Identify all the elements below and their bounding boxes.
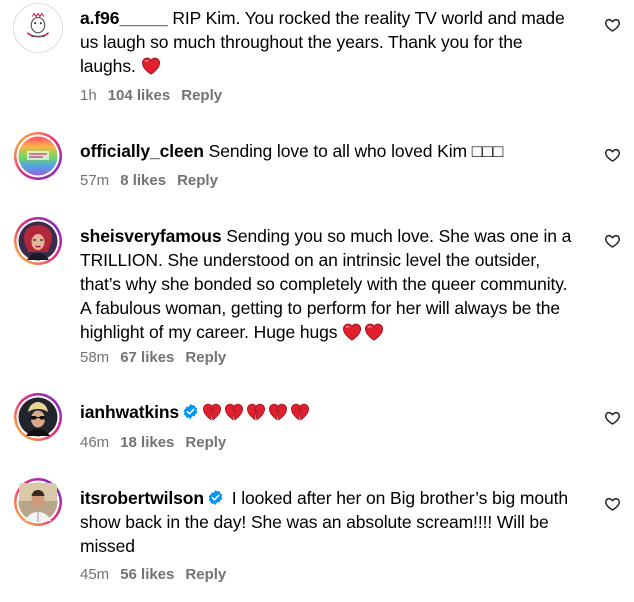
comment-meta: 1h 104 likes Reply (80, 87, 233, 104)
comment-body: a.f96_____ RIP Kim. You rocked the reali… (80, 6, 580, 78)
comment-username[interactable]: a.f96_____ (80, 8, 168, 28)
comment-meta: 58m 67 likes Reply (80, 349, 237, 366)
comment-meta: 57m 8 likes Reply (80, 172, 229, 189)
comment-meta: 46m 18 likes Reply (80, 434, 237, 451)
heart-outline-icon[interactable] (604, 233, 621, 249)
comment-time: 58m (80, 349, 110, 366)
avatar[interactable] (13, 477, 63, 527)
reply-button[interactable]: Reply (185, 349, 226, 366)
heart-outline-icon[interactable] (604, 496, 621, 512)
comment-likes[interactable]: 67 likes (120, 349, 174, 366)
verified-badge-icon (207, 489, 224, 506)
comment-username[interactable]: ianhwatkins (80, 402, 179, 422)
verified-badge-icon (182, 403, 199, 420)
avatar[interactable] (13, 3, 63, 53)
broken-heart-emoji (202, 403, 222, 421)
red-heart-emoji (141, 57, 161, 75)
comment-time: 46m (80, 434, 110, 451)
heart-outline-icon[interactable] (604, 17, 621, 33)
reply-button[interactable]: Reply (177, 172, 218, 189)
avatar[interactable] (13, 392, 63, 442)
broken-heart-emoji (290, 403, 310, 421)
reply-button[interactable]: Reply (185, 566, 226, 583)
broken-heart-emoji (268, 403, 288, 421)
reply-button[interactable]: Reply (181, 87, 222, 104)
comment-likes[interactable]: 8 likes (120, 172, 166, 189)
comment-body: sheisveryfamous Sending you so much love… (80, 224, 580, 344)
comment-username[interactable]: sheisveryfamous (80, 226, 222, 246)
avatar[interactable] (13, 216, 63, 266)
comment-body: officially_cleen Sending love to all who… (80, 139, 580, 163)
broken-heart-emoji (224, 403, 244, 421)
comment-body: ianhwatkins (80, 400, 580, 424)
reply-button[interactable]: Reply (185, 434, 226, 451)
comment-body: itsrobertwilson I looked after her on Bi… (80, 486, 580, 558)
heart-outline-icon[interactable] (604, 147, 621, 163)
comment-likes[interactable]: 18 likes (120, 434, 174, 451)
comment-username[interactable]: officially_cleen (80, 141, 204, 161)
red-heart-emoji (342, 323, 362, 341)
comment-time: 45m (80, 566, 110, 583)
comment-time: 57m (80, 172, 110, 189)
avatar[interactable] (13, 131, 63, 181)
heart-outline-icon[interactable] (604, 410, 621, 426)
comment-likes[interactable]: 104 likes (108, 87, 171, 104)
comment-meta: 45m 56 likes Reply (80, 566, 237, 583)
comment-text: Sending love to all who loved Kim □□□ (203, 141, 504, 161)
broken-heart-emoji (246, 403, 266, 421)
comment-time: 1h (80, 87, 97, 104)
comment-likes[interactable]: 56 likes (120, 566, 174, 583)
comment-username[interactable]: itsrobertwilson (80, 488, 204, 508)
red-heart-emoji (364, 323, 384, 341)
